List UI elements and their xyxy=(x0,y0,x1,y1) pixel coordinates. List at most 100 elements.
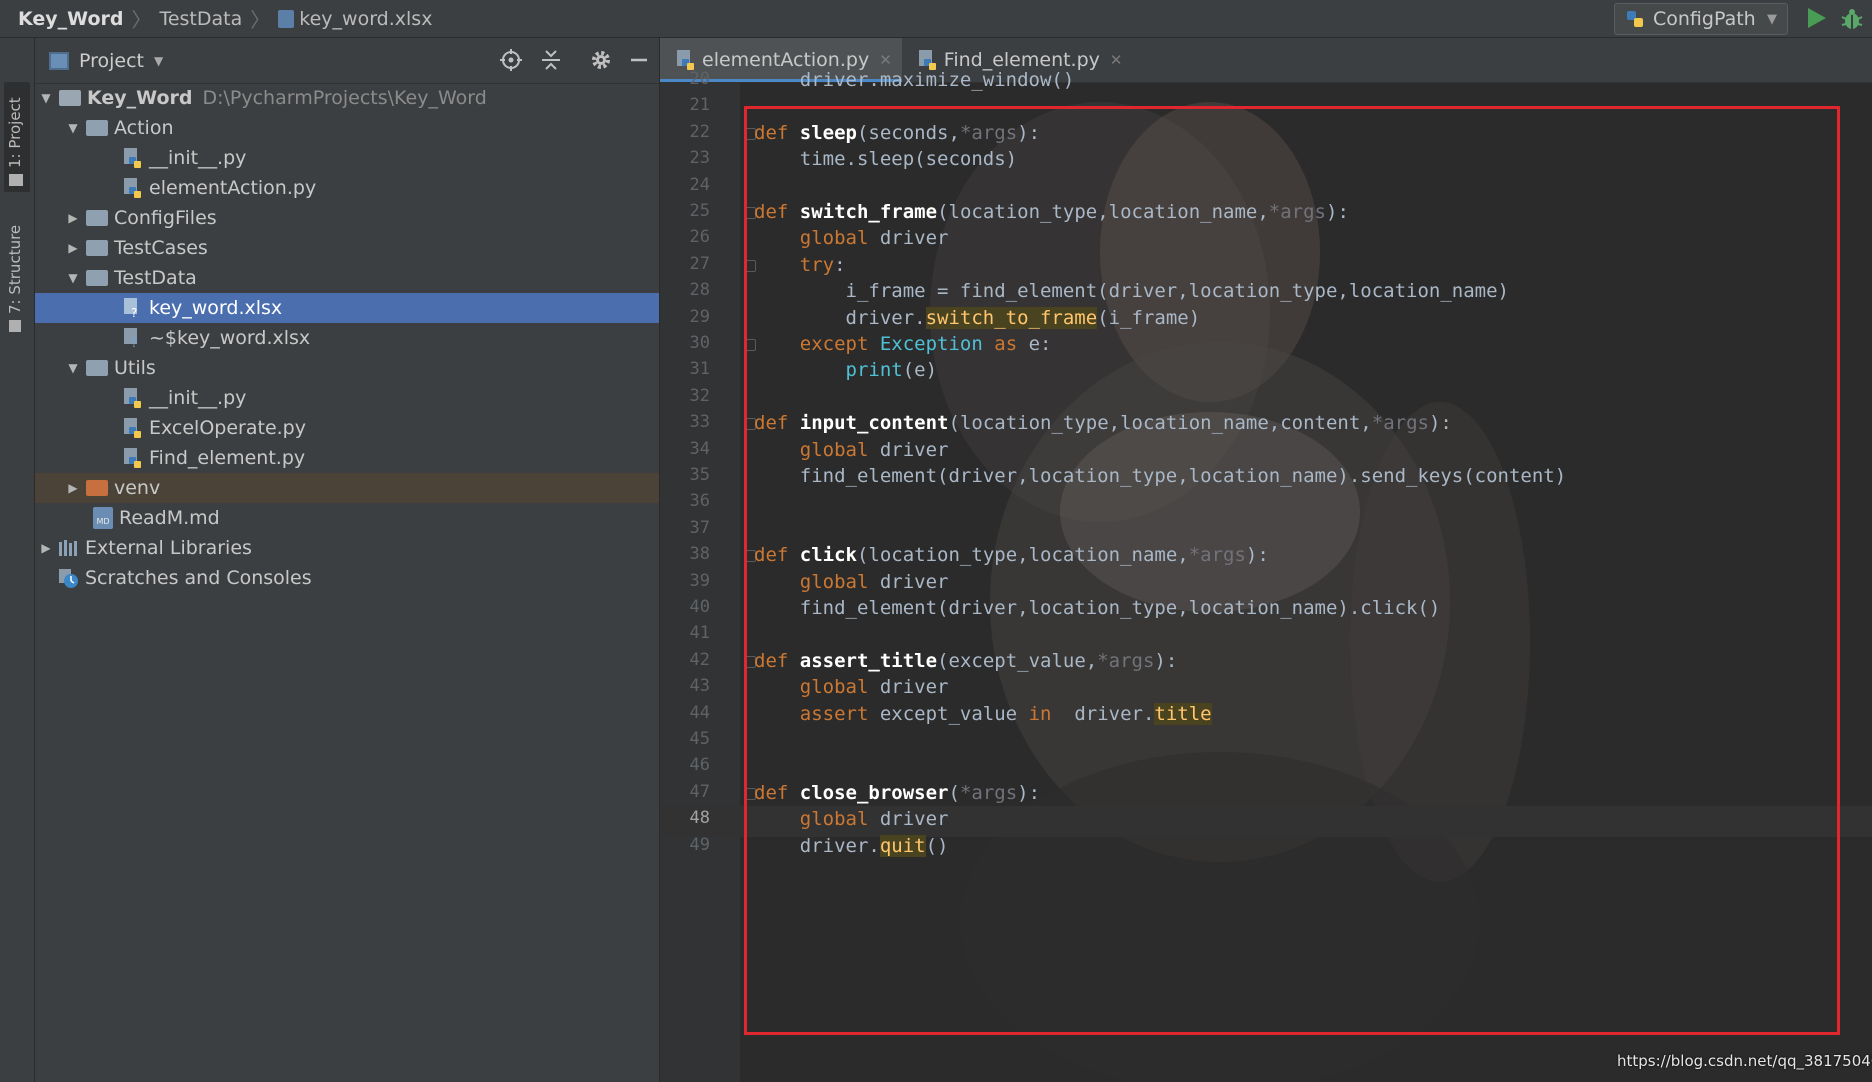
code-line[interactable]: def switch_frame(location_type,location_… xyxy=(754,201,1349,223)
project-panel-header: Project ▼ xyxy=(35,38,659,84)
debug-icon[interactable] xyxy=(1840,7,1864,31)
code-line[interactable]: print(e) xyxy=(754,359,938,381)
python-file-icon xyxy=(124,148,141,168)
tree-item-folder[interactable]: ▼ Utils xyxy=(35,353,659,383)
line-number: 33 xyxy=(689,412,710,433)
project-view-title[interactable]: Project xyxy=(79,50,144,72)
breadcrumb-folder[interactable]: TestData xyxy=(159,8,242,30)
navigation-bar: Key_Word 〉 TestData 〉 key_word.xlsx Conf… xyxy=(0,0,1872,38)
tree-item-file[interactable]: Find_element.py xyxy=(35,443,659,473)
chevron-right-icon[interactable]: ▶ xyxy=(66,211,80,225)
tool-tab-project[interactable]: 1: Project xyxy=(4,82,30,192)
code-line[interactable]: time.sleep(seconds) xyxy=(754,148,1017,170)
code-line[interactable]: global driver xyxy=(754,227,949,249)
code-line[interactable]: global driver xyxy=(754,676,949,698)
chevron-down-icon[interactable]: ▼ xyxy=(154,54,163,68)
markdown-file-icon: MD xyxy=(93,507,113,529)
folder-icon xyxy=(86,360,108,376)
tree-item-file[interactable]: __init__.py xyxy=(35,143,659,173)
tree-item-folder-excluded[interactable]: ▶ venv xyxy=(35,473,659,503)
code-line[interactable]: driver.switch_to_frame(i_frame) xyxy=(754,306,1200,329)
line-number: 31 xyxy=(689,359,710,380)
run-configuration-select[interactable]: ConfigPath ▼ xyxy=(1614,3,1788,35)
tree-item-file[interactable]: elementAction.py xyxy=(35,173,659,203)
tree-item-label: TestData xyxy=(114,267,197,289)
code-line[interactable]: global driver xyxy=(754,808,949,830)
tree-item-scratches[interactable]: Scratches and Consoles xyxy=(35,563,659,593)
chevron-right-icon[interactable]: ▶ xyxy=(66,241,80,255)
tree-item-folder[interactable]: ▶ TestCases xyxy=(35,233,659,263)
code-line[interactable]: find_element(driver,location_type,locati… xyxy=(754,465,1566,487)
watermark-text: https://blog.csdn.net/qq_38175040 xyxy=(1617,1052,1872,1070)
folder-icon xyxy=(9,174,23,186)
line-number: 37 xyxy=(689,517,710,538)
chevron-right-icon[interactable]: ▶ xyxy=(66,481,80,495)
python-file-icon xyxy=(124,178,141,198)
tree-item-label: Key_Word xyxy=(87,87,193,109)
chevron-down-icon[interactable]: ▼ xyxy=(66,361,80,375)
tool-tab-structure[interactable]: 7: Structure xyxy=(4,218,30,338)
chevron-down-icon[interactable]: ▼ xyxy=(66,121,80,135)
folder-icon xyxy=(86,270,108,286)
spreadsheet-file-icon: ? xyxy=(124,298,137,319)
close-icon[interactable]: ✕ xyxy=(1110,51,1123,69)
svg-text:?: ? xyxy=(131,306,137,319)
line-number: 36 xyxy=(689,491,710,512)
tree-item-folder[interactable]: ▼ TestData xyxy=(35,263,659,293)
folder-icon xyxy=(59,90,81,106)
unknown-file-icon: ? xyxy=(124,328,137,349)
python-file-icon xyxy=(124,388,141,408)
tree-item-folder[interactable]: ▶ ConfigFiles xyxy=(35,203,659,233)
folder-icon xyxy=(86,120,108,136)
locate-icon[interactable] xyxy=(499,48,523,72)
code-line[interactable]: def assert_title(except_value,*args): xyxy=(754,650,1177,672)
python-file-icon xyxy=(918,50,936,70)
tree-item-file[interactable]: __init__.py xyxy=(35,383,659,413)
code-editor: elementAction.py ✕ Find_element.py ✕ 20 … xyxy=(660,38,1872,1082)
tree-item-label: elementAction.py xyxy=(149,177,317,199)
run-icon[interactable] xyxy=(1804,5,1828,31)
tree-item-external-libraries[interactable]: ▶ External Libraries xyxy=(35,533,659,563)
chevron-down-icon: ▼ xyxy=(1767,11,1777,27)
code-line[interactable]: def click(location_type,location_name,*a… xyxy=(754,544,1269,566)
breadcrumb-file[interactable]: key_word.xlsx xyxy=(299,8,432,30)
code-line[interactable]: find_element(driver,location_type,locati… xyxy=(754,597,1441,619)
code-area[interactable]: 20 driver.maximize_window() 21 22 def sleep… xyxy=(660,69,1872,1082)
line-number: 25 xyxy=(689,201,710,221)
code-line[interactable]: driver.quit() xyxy=(754,834,949,857)
code-line[interactable]: except Exception as e: xyxy=(754,333,1052,355)
code-line[interactable]: i_frame = find_element(driver,location_t… xyxy=(754,280,1509,302)
line-number: 30 xyxy=(689,333,710,353)
tree-item-folder[interactable]: ▼ Action xyxy=(35,113,659,143)
tree-item-label: ExcelOperate.py xyxy=(149,417,306,439)
code-line[interactable]: def input_content(location_type,location… xyxy=(754,412,1452,434)
code-line[interactable]: driver.maximize_window() xyxy=(754,69,1075,91)
hide-icon[interactable] xyxy=(627,48,651,72)
tree-item-label: ReadM.md xyxy=(119,507,220,529)
tab-label: elementAction.py xyxy=(702,49,870,71)
code-line[interactable]: global driver xyxy=(754,571,949,593)
tree-item-root[interactable]: ▼ Key_Word D:\PycharmProjects\Key_Word xyxy=(35,83,659,113)
close-icon[interactable]: ✕ xyxy=(879,51,892,69)
code-line[interactable]: def close_browser(*args): xyxy=(754,782,1040,804)
chevron-down-icon[interactable]: ▼ xyxy=(39,91,53,105)
code-line[interactable]: global driver xyxy=(754,439,949,461)
tree-item-label: venv xyxy=(114,477,161,499)
tree-item-label: TestCases xyxy=(114,237,208,259)
line-number: 32 xyxy=(689,385,710,406)
tree-item-file[interactable]: ExcelOperate.py xyxy=(35,413,659,443)
collapse-all-icon[interactable] xyxy=(539,48,563,72)
tree-item-file[interactable]: ? ~$key_word.xlsx xyxy=(35,323,659,353)
code-line[interactable]: assert except_value in driver.title xyxy=(754,702,1212,725)
breadcrumb-project[interactable]: Key_Word xyxy=(18,8,123,30)
line-number: 34 xyxy=(689,438,710,459)
tree-item-file-selected[interactable]: ? key_word.xlsx xyxy=(35,293,659,323)
chevron-down-icon[interactable]: ▼ xyxy=(66,271,80,285)
chevron-right-icon[interactable]: ▶ xyxy=(39,541,53,555)
gear-icon[interactable] xyxy=(589,48,613,72)
code-line[interactable]: try: xyxy=(754,254,846,276)
code-line[interactable]: def sleep(seconds,*args): xyxy=(754,122,1040,144)
python-file-icon xyxy=(124,448,141,468)
line-number: 41 xyxy=(689,623,710,644)
tree-item-file[interactable]: MD ReadM.md xyxy=(35,503,659,533)
